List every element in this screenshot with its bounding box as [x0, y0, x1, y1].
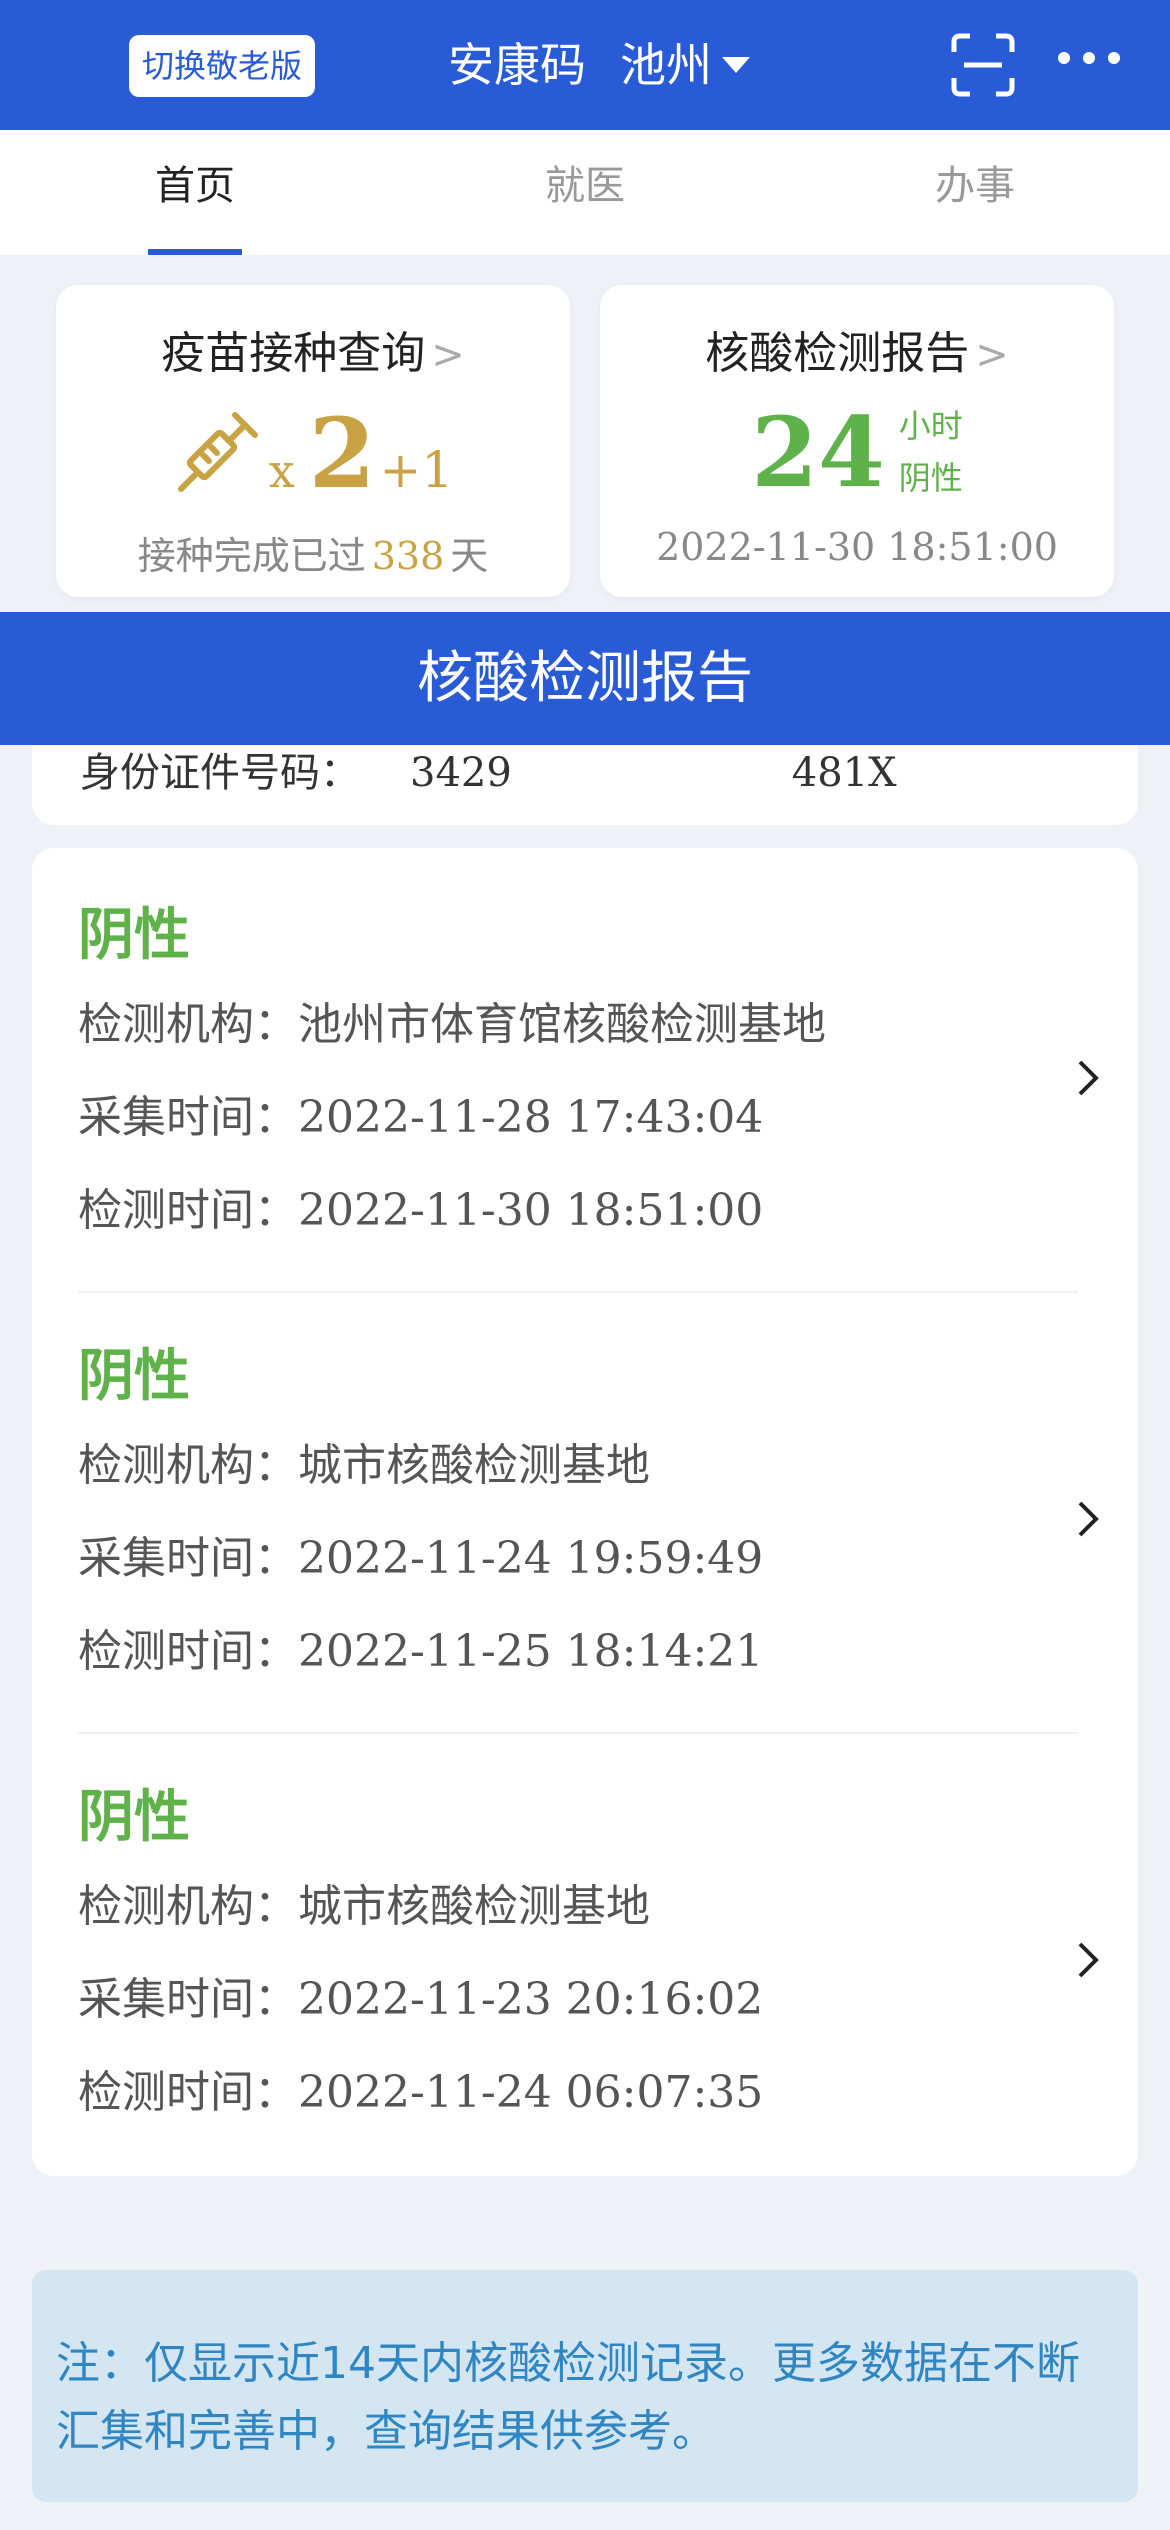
vaccine-note-prefix: 接种完成已过	[137, 534, 366, 578]
vaccine-days: 338	[371, 534, 445, 578]
caret-down-icon[interactable]	[722, 57, 750, 73]
app-title: 安康码	[448, 38, 586, 92]
list-item[interactable]: 阴性 检测机构：城市核酸检测基地 采集时间：2022-11-24 19:59:4…	[32, 1289, 1138, 1730]
record-test-value: 2022-11-30 18:51:00	[298, 1185, 764, 1236]
record-org: 检测机构：城市核酸检测基地	[78, 1870, 650, 1934]
record-org-label: 检测机构：	[78, 1440, 298, 1491]
record-result: 阴性	[78, 1785, 190, 1850]
vaccine-card-title-text: 疫苗接种查询	[161, 328, 426, 379]
record-test-value: 2022-11-24 06:07:35	[298, 2067, 764, 2118]
app-header: 切换敬老版 安康码 池州	[0, 0, 1170, 130]
record-org-label: 检测机构：	[78, 999, 298, 1050]
vaccine-note-suffix: 天	[450, 534, 489, 578]
record-org-value: 池州市体育馆核酸检测基地	[298, 999, 826, 1050]
id-value-end: 481X	[791, 750, 897, 796]
vaccine-dose-summary: x 2 +1	[56, 397, 570, 510]
vaccine-query-card[interactable]: 疫苗接种查询 > x 2 +1 接种完成已过 338 天	[56, 285, 570, 597]
record-collect-time: 采集时间：2022-11-24 19:59:49	[78, 1522, 763, 1586]
chevron-right-icon[interactable]	[1076, 1058, 1100, 1098]
nat-hours-summary: 24 小时 阴性	[600, 395, 1114, 509]
main-tabs: 首页 就医 办事	[0, 130, 1170, 255]
header-title: 安康码 池州	[448, 30, 750, 100]
nat-status: 阴性	[898, 459, 963, 497]
chevron-right-icon[interactable]	[1076, 1499, 1100, 1539]
records-note: 注：仅显示近14天内核酸检测记录。更多数据在不断汇集和完善中，查询结果供参考。	[32, 2270, 1138, 2502]
vaccine-card-title: 疫苗接种查询 >	[56, 317, 570, 381]
nat-records-list: 阴性 检测机构：池州市体育馆核酸检测基地 采集时间：2022-11-28 17:…	[32, 848, 1138, 2176]
nat-hours-side: 小时 阴性	[899, 400, 963, 504]
scan-icon[interactable]	[950, 32, 1016, 98]
dose-count: 2	[308, 397, 376, 510]
syringe-icon	[177, 412, 258, 492]
record-org-value: 城市核酸检测基地	[298, 1881, 650, 1932]
nat-card-title-text: 核酸检测报告	[705, 328, 970, 379]
record-test-label: 检测时间：	[78, 2067, 298, 2118]
elder-mode-button[interactable]: 切换敬老版	[129, 35, 315, 97]
nat-report-card[interactable]: 核酸检测报告 > 24 小时 阴性 2022-11-30 18:51:00	[600, 285, 1114, 597]
record-collect-time: 采集时间：2022-11-23 20:16:02	[78, 1963, 763, 2027]
record-collect-label: 采集时间：	[78, 1533, 298, 1584]
record-org: 检测机构：池州市体育馆核酸检测基地	[78, 988, 826, 1052]
chevron-right-icon[interactable]	[1076, 1940, 1100, 1980]
chevron-right-icon: >	[975, 332, 1009, 378]
record-test-time: 检测时间：2022-11-24 06:07:35	[78, 2056, 763, 2120]
record-test-time: 检测时间：2022-11-25 18:14:21	[78, 1615, 763, 1679]
chevron-right-icon: >	[431, 332, 465, 378]
tab-medical[interactable]: 就医	[390, 130, 780, 255]
tab-home[interactable]: 首页	[0, 130, 390, 255]
vaccine-days-note: 接种完成已过 338 天	[56, 525, 570, 580]
id-value-start: 3429	[410, 750, 512, 796]
record-test-label: 检测时间：	[78, 1626, 298, 1677]
record-collect-label: 采集时间：	[78, 1092, 298, 1143]
record-org-label: 检测机构：	[78, 1881, 298, 1932]
nat-card-title: 核酸检测报告 >	[600, 317, 1114, 381]
id-label: 身份证件号码：	[80, 750, 360, 796]
record-result: 阴性	[78, 1344, 190, 1409]
record-test-label: 检测时间：	[78, 1185, 298, 1236]
booster-count: +1	[379, 441, 454, 499]
list-item[interactable]: 阴性 检测机构：池州市体育馆核酸检测基地 采集时间：2022-11-28 17:…	[32, 848, 1138, 1289]
nat-hours-unit: 小时	[898, 407, 963, 445]
record-test-value: 2022-11-25 18:14:21	[298, 1626, 764, 1677]
list-item[interactable]: 阴性 检测机构：城市核酸检测基地 采集时间：2022-11-23 20:16:0…	[32, 1730, 1138, 2171]
dose-multiplier: x	[268, 444, 295, 498]
record-test-time: 检测时间：2022-11-30 18:51:00	[78, 1174, 763, 1238]
record-org: 检测机构：城市核酸检测基地	[78, 1429, 650, 1493]
city-selector[interactable]: 池州	[620, 30, 712, 100]
record-collect-time: 采集时间：2022-11-28 17:43:04	[78, 1081, 763, 1145]
record-org-value: 城市核酸检测基地	[298, 1440, 650, 1491]
tab-services[interactable]: 办事	[780, 130, 1170, 255]
page: 切换敬老版 安康码 池州 首页 就医 办事 疫苗接种查询 > x 2 +1 接种…	[0, 0, 1170, 2530]
record-collect-value: 2022-11-28 17:43:04	[298, 1092, 764, 1143]
nat-report-banner: 核酸检测报告	[0, 612, 1170, 745]
nat-date: 2022-11-30 18:51:00	[656, 525, 1058, 569]
record-collect-value: 2022-11-24 19:59:49	[298, 1533, 764, 1584]
id-card-text: 身份证件号码： 3429 481X	[80, 740, 897, 798]
nat-hours: 24	[751, 395, 885, 509]
record-collect-label: 采集时间：	[78, 1974, 298, 2025]
record-result: 阴性	[78, 903, 190, 968]
more-icon[interactable]	[1056, 48, 1122, 68]
record-collect-value: 2022-11-23 20:16:02	[298, 1974, 764, 2025]
